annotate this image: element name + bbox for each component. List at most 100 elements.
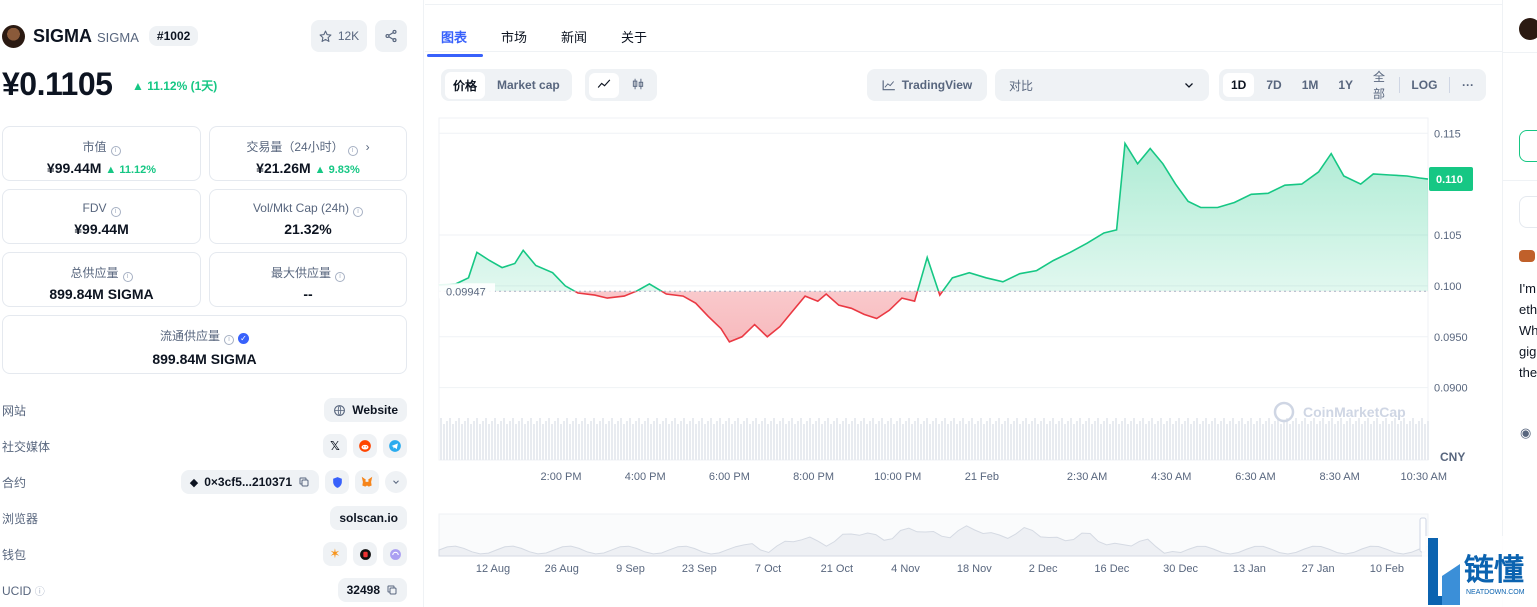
contract-address[interactable]: ◆ 0×3cf5...210371 [180, 470, 319, 494]
volume-bar [704, 424, 706, 460]
volume-bar [647, 418, 649, 460]
price-change-value: 11.12% (1天) [147, 79, 218, 93]
volume-bar [515, 424, 517, 460]
volume-bar [797, 421, 799, 460]
volume-bar [539, 418, 541, 460]
metamask-icon[interactable] [355, 470, 379, 494]
volume-card[interactable]: 交易量（24小时） i › ¥21.26M ▲ 9.83% [209, 126, 407, 181]
explorer-link[interactable]: solscan.io [330, 506, 407, 530]
telegram-icon[interactable] [383, 434, 407, 458]
explorer-label: 浏览器 [2, 511, 39, 526]
copy-icon[interactable] [386, 584, 398, 596]
reddit-icon[interactable] [353, 434, 377, 458]
volume-bar [851, 421, 853, 460]
coin-header: SIGMA SIGMA #1002 [2, 22, 199, 50]
volume-bar [827, 418, 829, 460]
info-icon[interactable]: i [335, 272, 345, 282]
cmc-logo-icon [1273, 401, 1295, 423]
max-supply-value: -- [303, 286, 313, 302]
info-icon[interactable]: i [110, 146, 121, 156]
info-icon[interactable]: i [122, 272, 133, 282]
volume-bar [545, 421, 547, 460]
volume-bar [644, 421, 646, 460]
volume-bar [1046, 424, 1048, 460]
volume-bar [938, 424, 940, 460]
info-icon[interactable]: i [224, 335, 234, 345]
volume-bar [659, 424, 661, 460]
volume-bar [875, 424, 877, 460]
volume-value: ¥21.26M [256, 160, 311, 176]
volume-bar [1196, 418, 1198, 460]
volume-bar [932, 421, 934, 460]
wallet-ghost-icon[interactable] [353, 542, 377, 566]
volume-bar [461, 424, 463, 460]
volume-bar [491, 421, 493, 460]
volume-bar [911, 424, 913, 460]
info-icon[interactable]: ⓘ [35, 587, 45, 598]
x-tick-label: 4:30 AM [1151, 471, 1191, 483]
volume-bar [557, 418, 559, 460]
x-twitter-icon[interactable]: 𝕏 [323, 434, 347, 458]
social-row: 社交媒体 𝕏 [2, 434, 407, 458]
volume-bar [947, 424, 949, 460]
volume-bar [848, 424, 850, 460]
price-chart[interactable]: 0.115 0.105 0.100 0.0950 0.0900 0.09947 0.110 C… [425, 0, 1502, 607]
volume-bar [1352, 424, 1354, 460]
volume-bar [1385, 418, 1387, 460]
volume-bar [1082, 424, 1084, 460]
watchlist-button[interactable]: 12K [311, 20, 367, 52]
button-outline[interactable] [1519, 130, 1537, 162]
total-supply-value: 899.84M SIGMA [49, 286, 154, 302]
ucid-value[interactable]: 32498 [337, 578, 407, 602]
volume-bar [1187, 418, 1189, 460]
volume-bar [719, 418, 721, 460]
volume-bar [1301, 421, 1303, 460]
volume-bar [596, 424, 598, 460]
chevron-down-icon[interactable] [385, 471, 407, 493]
circulating-supply-card: 流通供应量 i ✓ 899.84M SIGMA [2, 315, 407, 374]
ucid-label: UCID ⓘ [2, 583, 45, 598]
website-label: 网站 [2, 403, 27, 418]
market-cap-change-value: 11.12% [119, 164, 157, 176]
brand-url: NEATDOWN.COM [1466, 589, 1525, 596]
x-tick-label: 6:00 PM [709, 471, 750, 483]
volume-bar [542, 424, 544, 460]
website-link[interactable]: Website [324, 398, 407, 422]
wallet-sun-icon[interactable]: ✶ [323, 542, 347, 566]
volume-bar [923, 421, 925, 460]
volume-bar [1343, 424, 1345, 460]
volume-bar [1226, 424, 1228, 460]
volume-bar [1406, 424, 1408, 460]
volume-bar [791, 418, 793, 460]
navigator-tick-label: 7 Oct [755, 563, 781, 575]
info-icon[interactable]: i [353, 207, 364, 217]
volume-bar [1265, 421, 1267, 460]
volume-bar [656, 418, 658, 460]
volume-bar [1370, 424, 1372, 460]
volume-bar [701, 418, 703, 460]
volume-bar [1025, 418, 1027, 460]
share-button[interactable] [375, 20, 407, 52]
wallet-phantom-icon[interactable] [383, 542, 407, 566]
info-icon[interactable]: i [347, 146, 358, 156]
website-row: 网站 Website [2, 398, 407, 422]
volume-bar [686, 424, 688, 460]
shield-icon[interactable] [325, 470, 349, 494]
volume-bar [509, 421, 511, 460]
x-tick-label: 21 Feb [965, 471, 999, 483]
volume-bar [902, 424, 904, 460]
volume-bar [1238, 421, 1240, 460]
volume-bar [926, 418, 928, 460]
copy-icon[interactable] [298, 476, 310, 488]
volume-bar [590, 421, 592, 460]
button-outline[interactable] [1519, 196, 1537, 228]
volume-bar [944, 418, 946, 460]
max-supply-label: 最大供应量 [270, 266, 331, 280]
volume-bar [518, 421, 520, 460]
wallet-label: 钱包 [2, 547, 27, 562]
volume-bar [836, 418, 838, 460]
volume-bar [1310, 421, 1312, 460]
volume-bar [1016, 418, 1018, 460]
volume-bar [710, 418, 712, 460]
info-icon[interactable]: i [110, 207, 121, 217]
